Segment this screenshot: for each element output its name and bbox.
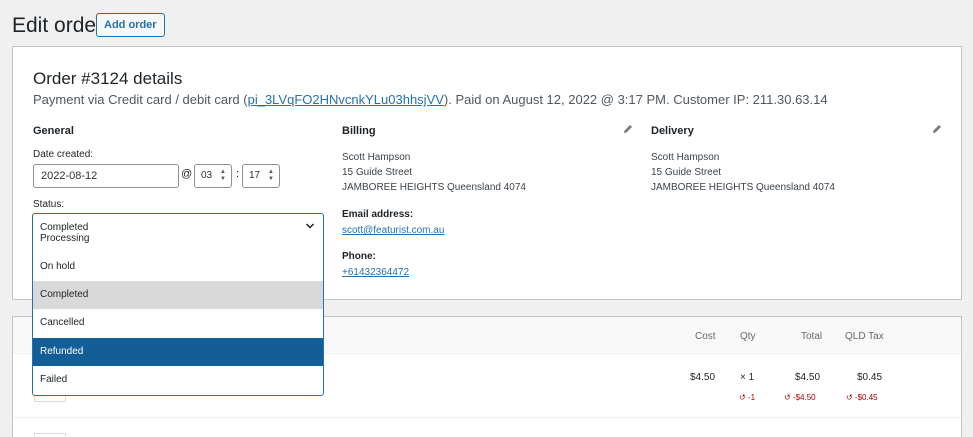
refund-undo-icon: ↺: [739, 393, 748, 402]
add-order-button[interactable]: Add order: [96, 13, 165, 37]
delivery-edit-pencil-icon[interactable]: [932, 124, 942, 134]
item-tax: $0.45: [857, 372, 883, 383]
refund-undo-icon: ↺: [784, 393, 793, 402]
payment-intent-link[interactable]: pi_3LVqFO2HNvcnkYLu03hhsjVV: [248, 92, 444, 107]
column-cost: Cost: [695, 331, 716, 342]
billing-street: 15 Guide Street: [342, 167, 413, 178]
phone-label: Phone:: [342, 251, 376, 262]
time-colon: :: [236, 168, 240, 180]
status-option-processing[interactable]: Processing: [33, 231, 323, 247]
minute-value: 17: [249, 170, 261, 181]
billing-city: JAMBOREE HEIGHTS Queensland 4074: [342, 182, 526, 193]
status-option-refunded[interactable]: Refunded: [33, 338, 323, 366]
delivery-name: Scott Hampson: [651, 152, 720, 163]
billing-name: Scott Hampson: [342, 152, 411, 163]
status-option-cancelled[interactable]: Cancelled: [33, 309, 323, 337]
status-option-on-hold[interactable]: On hold: [33, 253, 323, 281]
date-created-input[interactable]: 2022-08-12: [33, 164, 179, 188]
column-total: Total: [801, 331, 823, 342]
item-total: $4.50: [795, 372, 821, 383]
general-heading: General: [33, 125, 74, 137]
row-divider: [13, 417, 961, 418]
page-title: Edit order: [12, 14, 104, 37]
order-payment-info: Payment via Credit card / debit card (pi…: [33, 92, 828, 107]
minute-spinner-icon[interactable]: ▲ ▼: [267, 169, 275, 183]
date-created-label: Date created:: [33, 149, 94, 160]
billing-email-link[interactable]: scott@featurist.com.au: [342, 225, 444, 236]
column-qty: Qty: [740, 331, 756, 342]
status-option-completed[interactable]: Completed: [33, 281, 323, 309]
item-qty: × 1: [740, 372, 755, 383]
hour-value: 03: [201, 170, 213, 181]
refund-tax: ↺ -$0.45: [846, 393, 878, 402]
refund-undo-icon: ↺: [846, 393, 855, 402]
item-cost: $4.50: [690, 372, 716, 383]
refund-qty: ↺ -1: [739, 393, 755, 402]
column-qld-tax: QLD Tax: [845, 331, 884, 342]
hour-input[interactable]: 03 ▲ ▼: [194, 164, 232, 188]
refund-total-value: -$4.50: [792, 393, 816, 402]
hour-spinner-icon[interactable]: ▲ ▼: [219, 169, 227, 183]
billing-phone-link[interactable]: +61432364472: [342, 267, 409, 278]
refund-tax-value: -$0.45: [854, 393, 878, 402]
status-select[interactable]: Completed Processing On hold Completed C…: [32, 213, 324, 396]
status-option-failed[interactable]: Failed: [33, 366, 323, 394]
status-label: Status:: [33, 199, 65, 210]
minute-input[interactable]: 17 ▲ ▼: [242, 164, 280, 188]
billing-edit-pencil-icon[interactable]: [623, 124, 633, 134]
payment-suffix: ). Paid on August 12, 2022 @ 3:17 PM. Cu…: [443, 92, 828, 107]
delivery-street: 15 Guide Street: [651, 167, 722, 178]
email-label: Email address:: [342, 209, 414, 220]
product-thumbnail: [34, 433, 66, 437]
at-separator: @: [181, 168, 193, 180]
order-heading: Order #3124 details: [33, 69, 183, 88]
billing-heading: Billing: [342, 125, 376, 137]
refund-total: ↺ -$4.50: [784, 393, 816, 402]
refund-qty-value: -1: [747, 393, 756, 402]
chevron-down-icon: [305, 223, 315, 229]
delivery-heading: Delivery: [651, 125, 694, 137]
delivery-city: JAMBOREE HEIGHTS Queensland 4074: [651, 182, 835, 193]
payment-prefix: Payment via Credit card / debit card (: [33, 92, 248, 107]
